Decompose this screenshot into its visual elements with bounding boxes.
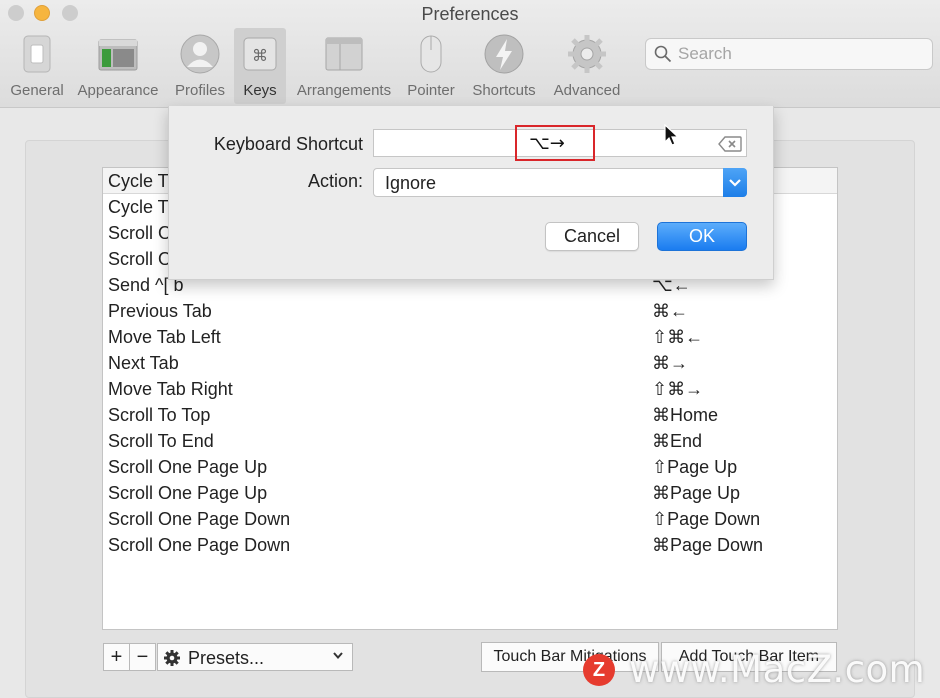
row-action: Scroll To Top — [108, 405, 211, 425]
tab-arrangements[interactable]: Arrangements — [292, 28, 396, 104]
presets-popup[interactable]: Presets... — [157, 643, 353, 671]
table-row[interactable]: Previous Tab ⌘← — [103, 299, 837, 325]
row-action: Scroll O — [108, 223, 173, 243]
tab-appearance-label: Appearance — [77, 82, 159, 99]
row-shortcut: ⌘Home — [652, 405, 719, 425]
search-icon — [654, 45, 672, 68]
chevron-down-icon — [332, 648, 344, 664]
cancel-button[interactable]: Cancel — [545, 222, 639, 251]
row-shortcut: ⌘Page Up — [652, 483, 741, 503]
row-action: Move Tab Right — [108, 379, 233, 399]
chevron-down-icon — [723, 168, 747, 197]
add-binding-button[interactable]: + — [103, 643, 130, 671]
appearance-window-icon — [96, 32, 140, 76]
watermark: Z www.MacZ.com — [583, 648, 935, 692]
watermark-logo: Z — [583, 654, 615, 686]
table-row[interactable]: Scroll To End ⌘End — [103, 429, 837, 455]
table-row[interactable]: Scroll One Page Down ⌘Page Down — [103, 533, 837, 559]
tab-profiles-label: Profiles — [174, 82, 226, 99]
row-action: Scroll One Page Down — [108, 535, 291, 555]
table-row[interactable]: Scroll One Page Up ⇧Page Up — [103, 455, 837, 481]
tab-arrangements-label: Arrangements — [296, 82, 392, 99]
row-shortcut: ⌘Page Down — [652, 535, 764, 555]
tab-advanced[interactable]: Advanced — [548, 28, 626, 104]
tab-shortcuts-label: Shortcuts — [472, 82, 536, 99]
keyboard-shortcut-field[interactable]: ⌥→ — [373, 125, 747, 161]
table-row[interactable]: Scroll One Page Up ⌘Page Up — [103, 481, 837, 507]
row-action: Cycle T — [108, 171, 169, 191]
gear-icon — [565, 32, 609, 76]
table-row[interactable]: Move Tab Left ⇧⌘← — [103, 325, 837, 351]
row-shortcut: ⇧Page Down — [652, 509, 761, 529]
row-action: Scroll One Page Up — [108, 483, 268, 503]
table-row[interactable]: Scroll To Top ⌘Home — [103, 403, 837, 429]
keyboard-shortcut-label: Keyboard Shortcut — [213, 134, 363, 154]
gear-icon — [163, 649, 181, 672]
profile-person-icon — [178, 32, 222, 76]
table-row[interactable]: Scroll One Page Down ⇧Page Down — [103, 507, 837, 533]
row-action: Previous Tab — [108, 301, 212, 321]
lightning-bolt-icon — [482, 32, 526, 76]
key-binding-sheet: Keyboard Shortcut ⌥→ Action: Ignore Canc… — [168, 106, 774, 280]
remove-binding-button[interactable]: − — [129, 643, 156, 671]
ok-button[interactable]: OK — [657, 222, 747, 251]
window-toolbar: Preferences General Appearance Profiles … — [0, 0, 940, 108]
row-shortcut: ⇧Page Up — [652, 457, 738, 477]
row-shortcut: ⇧⌘← — [652, 327, 704, 347]
table-row[interactable]: Move Tab Right ⇧⌘→ — [103, 377, 837, 403]
action-value: Ignore — [385, 173, 437, 193]
row-shortcut: ⌘→ — [652, 353, 688, 373]
search-field[interactable] — [645, 38, 933, 70]
row-shortcut: ⌘End — [652, 431, 703, 451]
presets-label: Presets... — [188, 648, 265, 668]
action-label: Action: — [307, 171, 363, 191]
mouse-pointer-icon — [409, 32, 453, 76]
row-action: Scroll To End — [108, 431, 214, 451]
general-switch-icon — [15, 32, 59, 76]
watermark-text: www.MacZ.com — [629, 648, 926, 691]
tab-appearance[interactable]: Appearance — [72, 28, 164, 104]
tab-shortcuts[interactable]: Shortcuts — [466, 28, 542, 104]
svg-text:⌘: ⌘ — [252, 46, 268, 65]
row-action: Scroll One Page Up — [108, 457, 268, 477]
action-popup[interactable]: Ignore — [373, 168, 747, 197]
row-shortcut: ⌘← — [652, 301, 688, 321]
tab-pointer-label: Pointer — [407, 82, 455, 99]
tab-advanced-label: Advanced — [553, 82, 621, 99]
row-action: Scroll One Page Down — [108, 509, 291, 529]
tab-general[interactable]: General — [4, 28, 70, 104]
search-input[interactable] — [678, 43, 926, 65]
clear-backspace-icon[interactable] — [718, 136, 742, 157]
tab-general-label: General — [10, 82, 64, 99]
mouse-cursor-icon — [664, 123, 680, 153]
row-action: Scroll O — [108, 249, 173, 269]
tab-profiles[interactable]: Profiles — [170, 28, 230, 104]
row-action: Move Tab Left — [108, 327, 221, 347]
shortcut-value: ⌥→ — [529, 133, 565, 154]
arrangements-window-icon — [322, 32, 366, 76]
row-action: Cycle T — [108, 197, 169, 217]
row-shortcut: ⇧⌘→ — [652, 379, 704, 399]
tab-keys-label: Keys — [243, 82, 277, 99]
table-row[interactable]: Next Tab ⌘→ — [103, 351, 837, 377]
command-key-icon: ⌘ — [238, 32, 282, 76]
tab-keys[interactable]: ⌘ Keys — [234, 28, 286, 104]
tab-pointer[interactable]: Pointer — [402, 28, 460, 104]
row-action: Next Tab — [108, 353, 179, 373]
window-title: Preferences — [421, 4, 519, 24]
